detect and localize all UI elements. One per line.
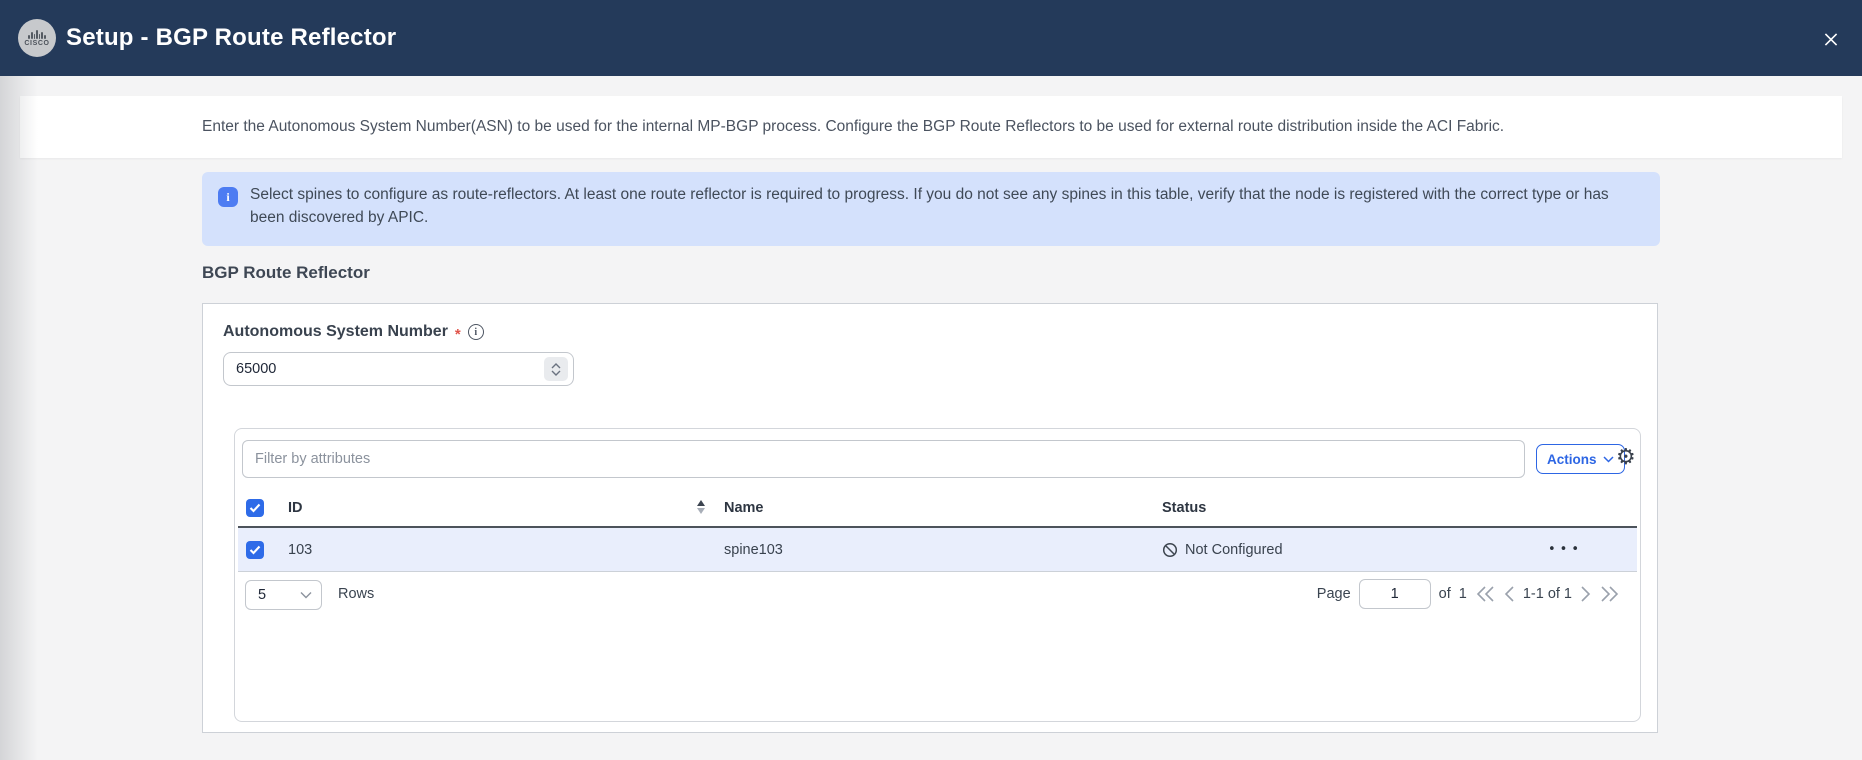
cisco-bars-icon bbox=[28, 30, 45, 39]
description-text: Enter the Autonomous System Number(ASN) … bbox=[202, 118, 1504, 136]
last-page-icon[interactable] bbox=[1599, 586, 1620, 602]
page-total: 1 bbox=[1459, 586, 1467, 602]
column-header-name[interactable]: Name bbox=[724, 489, 764, 526]
of-label: of bbox=[1439, 586, 1451, 602]
cisco-logo-text: CISCO bbox=[24, 40, 49, 47]
page-label: Page bbox=[1317, 586, 1351, 602]
number-stepper[interactable] bbox=[544, 357, 568, 381]
required-marker: * bbox=[455, 326, 461, 343]
rows-label: Rows bbox=[338, 571, 374, 617]
gear-icon[interactable]: ⚙ bbox=[1616, 443, 1636, 473]
close-icon[interactable] bbox=[1818, 26, 1844, 52]
rows-per-page-value: 5 bbox=[258, 587, 300, 603]
asn-label-row: Autonomous System Number * i bbox=[223, 323, 484, 341]
actions-button-label: Actions bbox=[1547, 452, 1597, 467]
dialog-header: CISCO Setup - BGP Route Reflector bbox=[0, 0, 1862, 76]
table-header-row: ID Name Status bbox=[238, 489, 1637, 528]
section-heading: BGP Route Reflector bbox=[202, 263, 370, 283]
cell-name: spine103 bbox=[724, 528, 783, 571]
next-page-icon[interactable] bbox=[1580, 586, 1591, 602]
asn-input[interactable] bbox=[224, 353, 573, 385]
asn-input-wrap bbox=[223, 352, 574, 386]
description-band: Enter the Autonomous System Number(ASN) … bbox=[20, 96, 1842, 158]
asn-info-icon[interactable]: i bbox=[468, 324, 484, 340]
range-text: 1-1 of 1 bbox=[1523, 586, 1572, 602]
column-header-status[interactable]: Status bbox=[1162, 489, 1206, 526]
bgp-route-reflector-panel: Autonomous System Number * i Actions ⚙ bbox=[202, 303, 1658, 733]
actions-button[interactable]: Actions bbox=[1536, 444, 1625, 474]
table-row[interactable]: 103 spine103 Not Configured ••• bbox=[238, 528, 1637, 572]
not-configured-icon bbox=[1162, 542, 1178, 558]
status-text: Not Configured bbox=[1185, 542, 1283, 558]
setup-dialog: CISCO Setup - BGP Route Reflector Enter … bbox=[0, 0, 1862, 760]
info-banner: i Select spines to configure as route-re… bbox=[202, 172, 1660, 246]
chevron-down-icon bbox=[300, 591, 312, 599]
info-icon: i bbox=[218, 187, 238, 207]
page-input[interactable] bbox=[1359, 579, 1431, 609]
asn-label: Autonomous System Number bbox=[223, 323, 448, 341]
pagination-bar: 5 Rows Page of 1 bbox=[238, 571, 1637, 617]
cell-status: Not Configured bbox=[1162, 528, 1283, 571]
column-header-id[interactable]: ID bbox=[288, 489, 303, 526]
pager-controls: Page of 1 1-1 of 1 bbox=[1317, 571, 1620, 617]
row-checkbox[interactable] bbox=[246, 541, 264, 559]
sort-icon[interactable] bbox=[697, 500, 705, 514]
select-all-checkbox[interactable] bbox=[246, 499, 264, 517]
spine-table-card: Actions ⚙ ID Name Status 103 spin bbox=[234, 428, 1641, 722]
rows-per-page-select[interactable]: 5 bbox=[245, 580, 322, 610]
first-page-icon[interactable] bbox=[1475, 586, 1496, 602]
dialog-title: Setup - BGP Route Reflector bbox=[66, 0, 396, 76]
row-menu-icon[interactable]: ••• bbox=[1542, 528, 1589, 571]
cisco-logo-icon: CISCO bbox=[18, 19, 56, 57]
filter-input[interactable] bbox=[242, 440, 1525, 478]
info-banner-text: Select spines to configure as route-refl… bbox=[250, 183, 1616, 229]
prev-page-icon[interactable] bbox=[1504, 586, 1515, 602]
cell-id: 103 bbox=[288, 528, 312, 571]
